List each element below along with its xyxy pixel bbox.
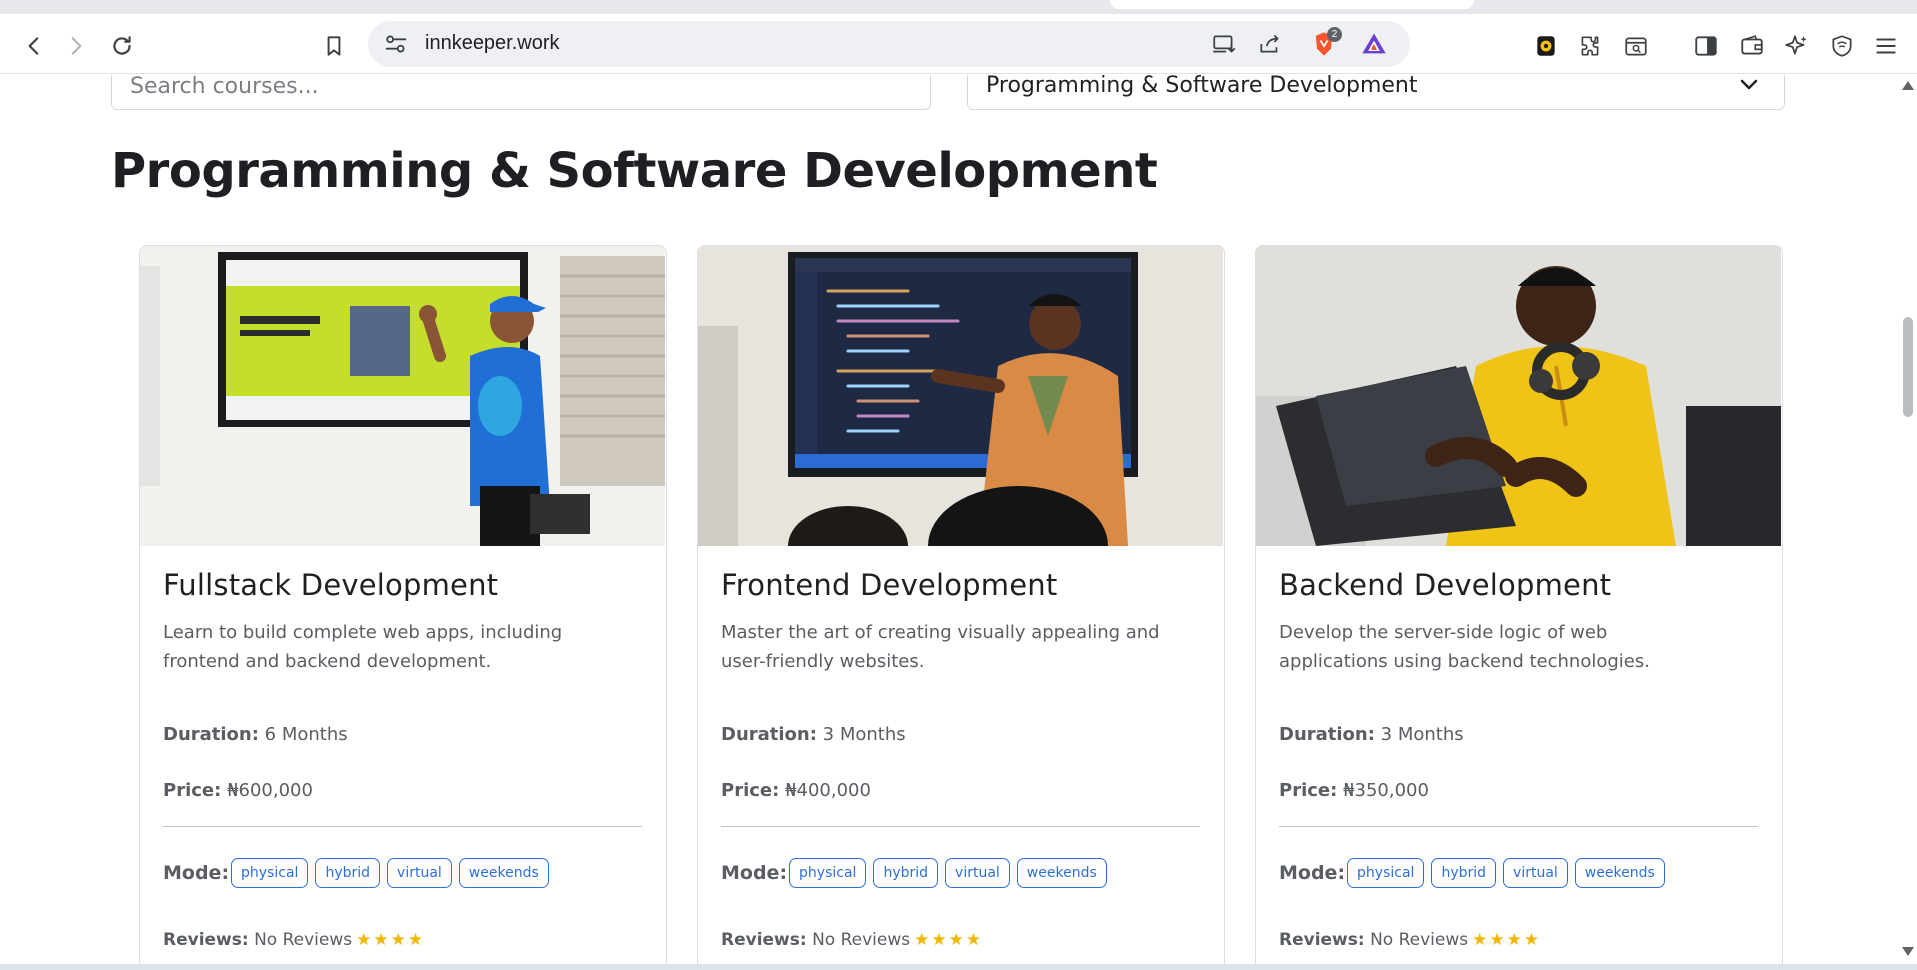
active-tab[interactable]	[1110, 0, 1474, 9]
course-price: Price: ₦350,000	[1279, 780, 1429, 801]
divider	[721, 826, 1200, 827]
course-photo	[698, 246, 1223, 546]
tab-search-icon[interactable]	[1620, 30, 1652, 62]
course-description: Master the art of creating visually appe…	[721, 622, 1160, 672]
extension-icon[interactable]	[1530, 30, 1562, 62]
browser-toolbar: innkeeper.work 2	[0, 14, 1917, 74]
wallet-icon[interactable]	[1736, 30, 1768, 62]
bookmark-icon[interactable]	[318, 30, 350, 62]
review-row: Reviews: No Reviews ★★★★	[163, 930, 425, 950]
mode-tag-hybrid[interactable]: hybrid	[873, 858, 939, 888]
address-bar[interactable]: innkeeper.work 2	[368, 21, 1410, 67]
reviews-label: Reviews:	[1279, 930, 1365, 950]
reviews-label: Reviews:	[721, 930, 807, 950]
reload-icon[interactable]	[106, 30, 138, 62]
scroll-up-icon[interactable]	[1902, 81, 1914, 90]
star-rating: ★★★★	[1472, 930, 1542, 950]
duration-value: 3 Months	[1380, 724, 1464, 745]
category-select[interactable]: Programming & Software Development	[967, 75, 1785, 110]
course-duration: Duration: 3 Months	[721, 724, 906, 745]
mode-tag-virtual[interactable]: virtual	[387, 858, 452, 888]
back-arrow-icon[interactable]	[18, 30, 50, 62]
brave-shield-icon[interactable]: 2	[1310, 27, 1342, 58]
mode-label: Mode:	[163, 862, 230, 884]
shield-count-badge: 2	[1327, 27, 1342, 42]
duration-label: Duration:	[1279, 724, 1375, 745]
course-description: Develop the server-side logic of web app…	[1279, 622, 1650, 672]
course-photo	[140, 246, 665, 546]
forward-arrow-icon[interactable]	[60, 30, 92, 62]
site-settings-icon[interactable]	[382, 30, 410, 58]
mode-row: Mode: physical hybrid virtual weekends	[721, 858, 1114, 888]
star-rating: ★★★★	[356, 930, 426, 950]
mode-tag-weekends[interactable]: weekends	[1574, 858, 1665, 888]
mode-tag-physical[interactable]: physical	[231, 858, 309, 888]
mode-tag-hybrid[interactable]: hybrid	[1431, 858, 1497, 888]
course-title[interactable]: Backend Development	[1279, 568, 1611, 602]
category-select-value: Programming & Software Development	[986, 75, 1418, 98]
section-title: Programming & Software Development	[111, 143, 1158, 199]
hamburger-menu-icon[interactable]	[1870, 30, 1902, 62]
price-label: Price:	[163, 780, 222, 801]
divider	[1279, 826, 1758, 827]
reviews-value: No Reviews	[254, 930, 353, 950]
price-value: ₦600,000	[227, 780, 313, 801]
mode-tag-physical[interactable]: physical	[789, 858, 867, 888]
course-duration: Duration: 6 Months	[163, 724, 348, 745]
sidebar-icon[interactable]	[1690, 30, 1722, 62]
page-scrollbar[interactable]	[1898, 75, 1917, 964]
reviews-label: Reviews:	[163, 930, 249, 950]
mode-tag-weekends[interactable]: weekends	[458, 858, 549, 888]
mode-tag-physical[interactable]: physical	[1347, 858, 1425, 888]
duration-label: Duration:	[163, 724, 259, 745]
vpn-shield-icon[interactable]	[1826, 30, 1858, 62]
leo-ai-icon[interactable]	[1780, 30, 1812, 62]
course-card-frontend[interactable]: Frontend Development Master the art of c…	[697, 245, 1225, 964]
mode-row: Mode: physical hybrid virtual weekends	[1279, 858, 1672, 888]
tab-strip	[0, 0, 1917, 14]
install-app-icon[interactable]	[1210, 30, 1238, 58]
divider	[163, 826, 642, 827]
duration-label: Duration:	[721, 724, 817, 745]
puzzle-icon[interactable]	[1574, 30, 1606, 62]
course-photo	[1256, 246, 1781, 546]
mode-tag-hybrid[interactable]: hybrid	[315, 858, 381, 888]
page-content: Programming & Software Development Progr…	[0, 75, 1898, 964]
review-row: Reviews: No Reviews ★★★★	[721, 930, 983, 950]
duration-value: 6 Months	[264, 724, 348, 745]
price-label: Price:	[1279, 780, 1338, 801]
price-label: Price:	[721, 780, 780, 801]
search-box[interactable]	[111, 75, 931, 110]
course-card-fullstack[interactable]: Fullstack Development Learn to build com…	[139, 245, 667, 964]
course-card-backend[interactable]: Backend Development Develop the server-s…	[1255, 245, 1783, 964]
scroll-down-icon[interactable]	[1902, 947, 1914, 956]
url-text[interactable]: innkeeper.work	[425, 32, 560, 55]
course-price: Price: ₦600,000	[163, 780, 313, 801]
share-icon[interactable]	[1256, 30, 1284, 58]
mode-label: Mode:	[1279, 862, 1346, 884]
chevron-down-icon	[1740, 79, 1758, 90]
review-row: Reviews: No Reviews ★★★★	[1279, 930, 1541, 950]
reviews-value: No Reviews	[812, 930, 911, 950]
reviews-value: No Reviews	[1370, 930, 1469, 950]
course-price: Price: ₦400,000	[721, 780, 871, 801]
mode-label: Mode:	[721, 862, 788, 884]
price-value: ₦350,000	[1343, 780, 1429, 801]
mode-row: Mode: physical hybrid virtual weekends	[163, 858, 556, 888]
bottom-edge	[0, 964, 1917, 970]
price-value: ₦400,000	[785, 780, 871, 801]
brave-rewards-icon[interactable]	[1360, 30, 1388, 58]
course-description: Learn to build complete web apps, includ…	[163, 622, 563, 672]
course-duration: Duration: 3 Months	[1279, 724, 1464, 745]
course-title[interactable]: Frontend Development	[721, 568, 1057, 602]
mode-tag-virtual[interactable]: virtual	[945, 858, 1010, 888]
mode-tag-virtual[interactable]: virtual	[1503, 858, 1568, 888]
search-input[interactable]	[130, 75, 910, 107]
scrollbar-thumb[interactable]	[1903, 317, 1913, 417]
duration-value: 3 Months	[822, 724, 906, 745]
course-title[interactable]: Fullstack Development	[163, 568, 498, 602]
mode-tag-weekends[interactable]: weekends	[1016, 858, 1107, 888]
star-rating: ★★★★	[914, 930, 984, 950]
